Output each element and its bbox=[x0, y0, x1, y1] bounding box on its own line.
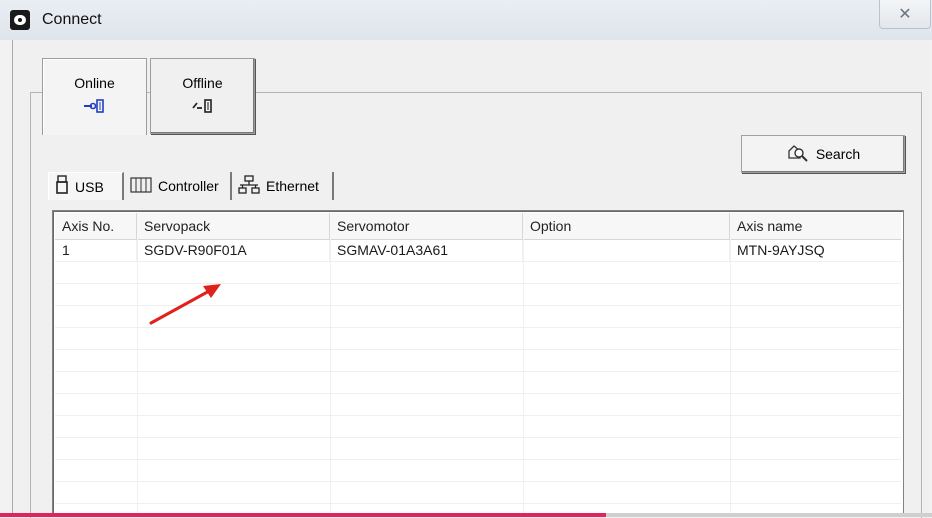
annotation-arrow bbox=[149, 284, 221, 325]
cell-option bbox=[523, 240, 730, 261]
cell-servopack: SGDV-R90F01A bbox=[137, 240, 330, 261]
column-servopack[interactable]: Servopack bbox=[137, 213, 330, 239]
video-progress-bar[interactable] bbox=[0, 513, 932, 517]
window-title: Connect bbox=[42, 11, 102, 28]
empty-row bbox=[55, 328, 901, 350]
table-row[interactable]: 1 SGDV-R90F01A SGMAV-01A3A61 MTN-9AYJSQ bbox=[55, 240, 903, 262]
title-bar: Connect ✕ bbox=[0, 0, 932, 40]
tab-offline[interactable]: Offline bbox=[150, 58, 255, 134]
tab-controller-label: Controller bbox=[158, 178, 219, 194]
usb-icon bbox=[55, 175, 69, 198]
cell-axis-name: MTN-9AYJSQ bbox=[730, 240, 903, 261]
column-servomotor[interactable]: Servomotor bbox=[330, 213, 523, 239]
column-axis-name[interactable]: Axis name bbox=[730, 213, 903, 239]
app-icon bbox=[10, 10, 30, 30]
empty-row bbox=[55, 482, 901, 504]
empty-row bbox=[55, 438, 901, 460]
close-icon: ✕ bbox=[898, 6, 912, 23]
tab-controller[interactable]: Controller bbox=[124, 172, 232, 200]
offline-connector-icon bbox=[151, 97, 254, 115]
column-option[interactable]: Option bbox=[523, 213, 730, 239]
tab-usb-label: USB bbox=[75, 178, 104, 195]
tab-usb[interactable]: USB bbox=[48, 172, 124, 200]
cell-servomotor: SGMAV-01A3A61 bbox=[330, 240, 523, 261]
search-button[interactable]: Search bbox=[741, 135, 905, 173]
empty-row bbox=[55, 394, 901, 416]
column-axis-no[interactable]: Axis No. bbox=[55, 213, 137, 239]
online-connector-icon bbox=[43, 97, 146, 115]
close-button[interactable]: ✕ bbox=[879, 0, 931, 29]
tab-offline-label: Offline bbox=[182, 75, 223, 91]
empty-row bbox=[55, 372, 901, 394]
controller-icon bbox=[130, 176, 152, 197]
empty-row bbox=[55, 350, 901, 372]
tab-ethernet-label: Ethernet bbox=[266, 178, 319, 194]
tab-online[interactable]: Online bbox=[42, 58, 147, 135]
empty-row bbox=[55, 416, 901, 438]
search-button-label: Search bbox=[815, 146, 861, 162]
tab-online-label: Online bbox=[74, 75, 115, 91]
list-header: Axis No. Servopack Servomotor Option Axi… bbox=[55, 213, 901, 240]
empty-row bbox=[55, 460, 901, 482]
cell-axis-no: 1 bbox=[55, 240, 137, 261]
network-icon bbox=[238, 174, 260, 198]
axis-list[interactable]: Axis No. Servopack Servomotor Option Axi… bbox=[52, 210, 904, 517]
search-icon bbox=[786, 143, 810, 166]
tab-ethernet[interactable]: Ethernet bbox=[232, 172, 334, 200]
video-progress-fill bbox=[0, 513, 606, 517]
